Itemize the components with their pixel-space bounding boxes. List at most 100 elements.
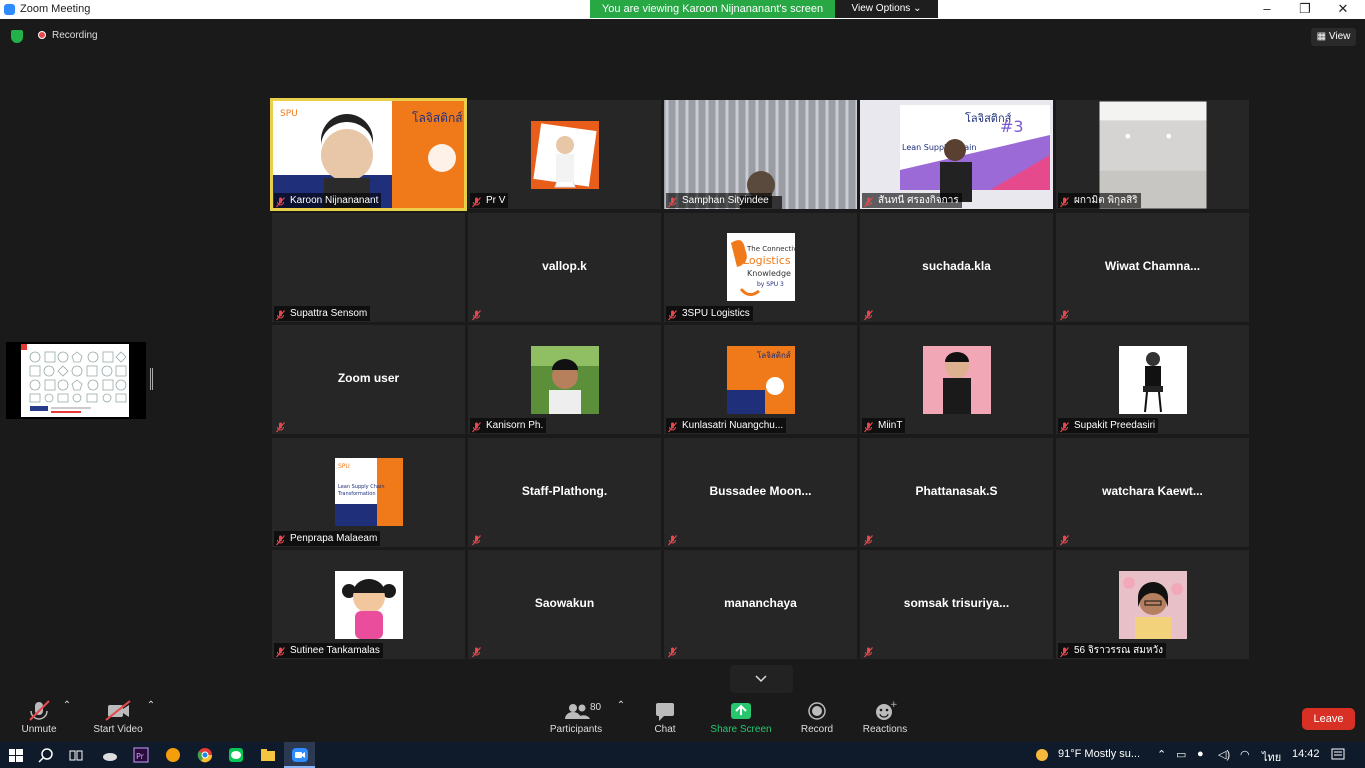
meeting-toolbar: Unmute ⌃ Start Video ⌃ 80 Participants ⌃… bbox=[0, 694, 1365, 742]
participant-tile[interactable]: MiinT bbox=[860, 325, 1053, 434]
weather-sun-icon bbox=[1036, 749, 1048, 761]
participant-tile[interactable]: Supattra Sensom bbox=[272, 212, 465, 322]
view-options-button[interactable]: View Options ⌄ bbox=[835, 0, 938, 18]
task-view-icon[interactable] bbox=[68, 747, 84, 763]
participant-display-name: Bussadee Moon... bbox=[709, 483, 812, 498]
window-title: Zoom Meeting bbox=[20, 3, 91, 15]
panel-resize-handle[interactable] bbox=[150, 368, 153, 390]
participant-tile[interactable]: somsak trisuriya... bbox=[860, 550, 1053, 659]
svg-text:โลจิสติกส์: โลจิสติกส์ bbox=[757, 350, 791, 360]
gallery-scroll-down-button[interactable] bbox=[730, 665, 793, 693]
zoom-taskbar-item[interactable] bbox=[284, 742, 315, 768]
line-app-icon[interactable] bbox=[228, 747, 244, 763]
chevron-down-icon: ⌄ bbox=[913, 3, 922, 14]
recording-label: Recording bbox=[52, 30, 98, 41]
svg-text:Knowledge: Knowledge bbox=[747, 269, 791, 278]
view-button[interactable]: ▦ View bbox=[1311, 28, 1356, 46]
participant-display-name: Saowakun bbox=[534, 596, 595, 610]
participants-button[interactable]: 80 Participants bbox=[548, 700, 604, 738]
participant-tile[interactable]: Sutinee Tankamalas bbox=[272, 550, 465, 659]
participant-tile[interactable]: SPU Lean Supply Chain Transformation Penpra… bbox=[272, 437, 465, 547]
unmute-button[interactable]: Unmute bbox=[18, 700, 60, 738]
view-label: View bbox=[1328, 31, 1351, 42]
chat-icon bbox=[656, 703, 674, 721]
muted-mic-icon bbox=[864, 420, 873, 433]
security-shield-icon[interactable] bbox=[11, 30, 23, 43]
muted-mic-icon bbox=[1060, 195, 1069, 208]
recording-indicator[interactable]: Recording bbox=[38, 30, 98, 41]
search-icon[interactable] bbox=[38, 747, 54, 763]
muted-mic-icon bbox=[864, 308, 873, 320]
premiere-icon[interactable]: Pr bbox=[133, 747, 149, 763]
participant-tile[interactable]: suchada.kla bbox=[860, 212, 1053, 322]
participant-tile[interactable]: Saowakun bbox=[468, 550, 661, 659]
participant-tile[interactable]: Phattanasak.S bbox=[860, 437, 1053, 547]
notification-icon[interactable] bbox=[1330, 747, 1346, 763]
participant-tile[interactable]: Samphan Sityindee bbox=[664, 100, 857, 209]
muted-mic-icon bbox=[1060, 533, 1069, 545]
participant-tile[interactable]: โลจิสติกส์ SPU Karoon Nijnananant bbox=[270, 98, 467, 211]
chrome-icon[interactable] bbox=[197, 747, 213, 763]
participant-tile[interactable]: 56 จิราวรรณ สมหวัง bbox=[1056, 550, 1249, 659]
minimize-button[interactable]: – bbox=[1258, 1, 1276, 17]
participant-tile[interactable]: Bussadee Moon... bbox=[664, 437, 857, 547]
participant-tile[interactable]: Pr V bbox=[468, 100, 661, 209]
audio-options-caret[interactable]: ⌃ bbox=[60, 700, 74, 711]
clock-time[interactable]: 14:42 bbox=[1292, 748, 1320, 760]
svg-text:#3: #3 bbox=[1000, 117, 1024, 136]
svg-text:Pr: Pr bbox=[136, 752, 145, 761]
participant-name-label: Sutinee Tankamalas bbox=[274, 643, 383, 658]
record-button[interactable]: Record bbox=[797, 700, 837, 738]
participant-tile[interactable]: Wiwat Chamna... bbox=[1056, 212, 1249, 322]
close-button[interactable]: ✕ bbox=[1334, 1, 1352, 17]
restore-button[interactable]: ❐ bbox=[1296, 1, 1314, 17]
cloud-app-icon[interactable] bbox=[102, 747, 118, 763]
participant-tile[interactable]: vallop.k bbox=[468, 212, 661, 322]
participant-tile[interactable]: mananchaya bbox=[664, 550, 857, 659]
svg-text:Lean Supply Chain: Lean Supply Chain bbox=[338, 484, 385, 490]
input-language[interactable]: ไทย bbox=[1262, 748, 1281, 766]
svg-text:SPU: SPU bbox=[280, 109, 298, 119]
battery-icon[interactable]: ▭ bbox=[1176, 748, 1186, 761]
weather-text[interactable]: 91°F Mostly su... bbox=[1058, 748, 1140, 760]
file-explorer-icon[interactable] bbox=[260, 747, 276, 763]
shared-document-preview bbox=[21, 344, 129, 417]
shared-screen-thumbnail[interactable] bbox=[6, 342, 146, 419]
tray-chevron-up-icon[interactable]: ⌃ bbox=[1157, 748, 1166, 761]
muted-mic-icon bbox=[864, 645, 873, 658]
muted-mic-icon bbox=[472, 420, 481, 433]
participant-display-name: vallop.k bbox=[542, 258, 587, 273]
participant-tile[interactable]: watchara Kaewt... bbox=[1056, 437, 1249, 547]
participants-options-caret[interactable]: ⌃ bbox=[614, 700, 628, 711]
participant-tile[interactable]: โลจิสติกส์ Kunlasatri Nuangchu... bbox=[664, 325, 857, 434]
leave-button[interactable]: Leave bbox=[1302, 708, 1355, 730]
video-options-caret[interactable]: ⌃ bbox=[144, 700, 158, 711]
participant-tile[interactable]: Supakit Preedasiri bbox=[1056, 325, 1249, 434]
participant-tile[interactable]: ผกามิต พิกุลสิริ bbox=[1056, 100, 1249, 209]
windows-start-icon[interactable] bbox=[8, 747, 24, 763]
participant-display-name: mananchaya bbox=[724, 596, 797, 610]
participant-tile[interactable]: The Connectivity ofLogistics Knowledge by … bbox=[664, 212, 857, 322]
muted-mic-icon bbox=[276, 420, 285, 433]
muted-mic-icon bbox=[1060, 420, 1069, 433]
security-tray-icon[interactable]: ● bbox=[1197, 748, 1204, 760]
svg-text:The Connectivity of: The Connectivity of bbox=[746, 245, 795, 253]
muted-mic-icon bbox=[472, 308, 481, 320]
svg-text:Logistics: Logistics bbox=[743, 254, 791, 267]
volume-icon[interactable]: ◁) bbox=[1218, 748, 1230, 761]
share-screen-button[interactable]: Share Screen bbox=[708, 700, 774, 738]
app-orange-icon[interactable] bbox=[165, 747, 181, 763]
reactions-button[interactable]: + Reactions bbox=[862, 700, 908, 738]
participant-tile[interactable]: โลจิสติกส์ #3 Lean Supply Chain สันทนี ศรอง… bbox=[860, 100, 1053, 209]
muted-mic-icon bbox=[1060, 308, 1069, 320]
participant-tile[interactable]: Kanisorn Ph. bbox=[468, 325, 661, 434]
wifi-icon[interactable]: ◠ bbox=[1240, 748, 1250, 761]
chat-button[interactable]: Chat bbox=[645, 700, 685, 738]
start-video-button[interactable]: Start Video bbox=[92, 700, 144, 738]
muted-mic-icon bbox=[864, 195, 873, 208]
participant-tile[interactable]: Staff-Plathong. bbox=[468, 437, 661, 547]
svg-text:SPU: SPU bbox=[338, 463, 350, 470]
participant-name-label: Kunlasatri Nuangchu... bbox=[666, 418, 787, 433]
muted-mic-icon bbox=[472, 533, 481, 545]
participant-tile[interactable]: Zoom user bbox=[272, 325, 465, 434]
